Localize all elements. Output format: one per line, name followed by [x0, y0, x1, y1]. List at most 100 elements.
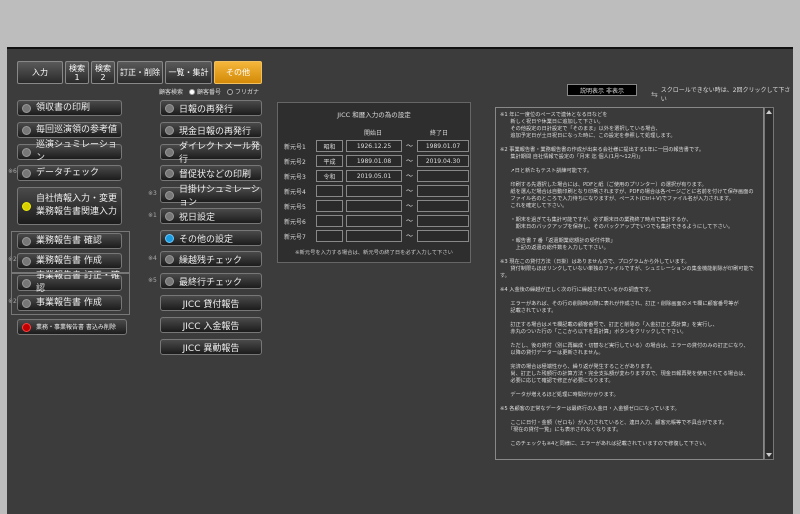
era-tilde: 〜: [406, 172, 413, 180]
era-name-field[interactable]: [316, 230, 343, 242]
era-name-field[interactable]: [316, 185, 343, 197]
status-dot-icon: [165, 211, 174, 221]
status-dot-icon: [165, 147, 174, 157]
mid-button-9[interactable]: JICC 貸付報告: [160, 295, 262, 311]
radio-customer-number-label: 顧客番号: [197, 89, 222, 96]
radio-furigana-label: フリガナ: [235, 89, 260, 96]
era-name-field[interactable]: 平成: [316, 155, 343, 167]
mid-button-0[interactable]: 日報の再発行: [160, 100, 262, 116]
era-start-field[interactable]: 2019.05.01: [346, 170, 402, 182]
mid-button-8[interactable]: 最終行チェック: [160, 273, 262, 289]
scroll-hint: ⇆ スクロールできない時は、2回クリックして下さい: [651, 85, 793, 103]
mid-button-label: 日報の再発行: [179, 104, 234, 115]
era-end-field[interactable]: [417, 185, 469, 197]
mid-note-2: ※4: [148, 255, 157, 262]
era-end-field[interactable]: 1989.01.07: [417, 140, 469, 152]
mid-button-10[interactable]: JICC 入金報告: [160, 317, 262, 333]
era-tilde: 〜: [406, 157, 413, 165]
status-dot-icon: [165, 125, 174, 135]
tab-0[interactable]: 入力: [17, 61, 63, 84]
left-button-label: 巡演シュミレーション: [36, 140, 117, 163]
era-row-label: 新元号2: [284, 159, 306, 166]
tab-4[interactable]: 一覧・集計: [165, 61, 212, 84]
mid-button-3[interactable]: 督促状などの印刷: [160, 165, 262, 181]
era-name-field[interactable]: 令和: [316, 170, 343, 182]
mid-button-4[interactable]: 日掛けシュミレーション: [160, 185, 262, 208]
mid-button-2[interactable]: ダイレクトメール発行: [160, 142, 262, 165]
scroll-down-icon[interactable]: [766, 453, 772, 457]
status-dot-icon: [165, 254, 174, 264]
era-end-field[interactable]: [417, 200, 469, 212]
mid-button-label: JICC 貸付報告: [182, 299, 240, 310]
era-start-field[interactable]: 1926.12.25: [346, 140, 402, 152]
era-tilde: 〜: [406, 232, 413, 240]
tab-5[interactable]: その他: [214, 61, 262, 84]
status-dot-icon: [22, 201, 31, 211]
era-start-field[interactable]: [346, 200, 402, 212]
era-row-label: 新元号5: [284, 204, 306, 211]
era-row-label: 新元号7: [284, 234, 306, 241]
business-report-group: [11, 231, 130, 273]
era-start-field[interactable]: [346, 185, 402, 197]
era-row-label: 新元号4: [284, 189, 306, 196]
era-end-field[interactable]: [417, 215, 469, 227]
status-dot-icon: [165, 276, 174, 286]
era-name-field[interactable]: [316, 200, 343, 212]
era-row-label: 新元号3: [284, 174, 306, 181]
tab-3[interactable]: 訂正・削除: [117, 61, 163, 84]
notes-scrollbar[interactable]: [764, 107, 774, 460]
left-button-2[interactable]: 巡演シュミレーション: [17, 140, 122, 163]
mid-button-label: その他の設定: [179, 234, 234, 245]
era-tilde: 〜: [406, 187, 413, 195]
status-dot-icon: [22, 147, 31, 157]
era-start-field[interactable]: [346, 230, 402, 242]
era-start-field[interactable]: 1989.01.08: [346, 155, 402, 167]
era-tilde: 〜: [406, 217, 413, 225]
radio-customer-number[interactable]: [189, 88, 196, 95]
era-end-field[interactable]: [417, 230, 469, 242]
scroll-hint-text: スクロールできない時は、2回クリックして下さい: [660, 87, 791, 103]
scroll-up-icon[interactable]: [766, 110, 772, 114]
mid-note-3: ※5: [148, 277, 157, 284]
mid-button-label: JICC 異動報告: [182, 343, 240, 354]
annual-report-group: [11, 273, 130, 315]
tab-1[interactable]: 検索 1: [65, 61, 89, 84]
mid-button-1[interactable]: 現金日報の再発行: [160, 122, 262, 138]
mid-button-11[interactable]: JICC 異動報告: [160, 339, 262, 355]
mid-button-label: 繰越残チェック: [179, 255, 243, 266]
mid-note-0: ※3: [148, 190, 157, 197]
left-note-0: ※6: [8, 168, 17, 175]
era-row-label: 新元号6: [284, 219, 306, 226]
era-settings-panel: JICC 和暦入力の為の設定 開始日 終了日 新元号1 昭和 1926.12.25 〜…: [277, 102, 471, 263]
status-dot-icon: [165, 103, 174, 113]
era-end-field[interactable]: [417, 170, 469, 182]
mid-button-label: ダイレクトメール発行: [179, 142, 261, 165]
notes-text: ※1 年に一度位のペースで連休となる日などを 新しく祝日や休業日に追加して下さい…: [500, 112, 754, 447]
mid-button-label: 現金日報の再発行: [179, 126, 252, 137]
left-button-3[interactable]: データチェック: [17, 165, 122, 181]
left-button-label: 自社情報入力・変更 業務報告書関連入力: [36, 194, 118, 217]
era-name-field[interactable]: 昭和: [316, 140, 343, 152]
left-button-9[interactable]: 業務・事業報告書 書込み削除: [17, 319, 127, 335]
left-button-0[interactable]: 領収書の印刷: [17, 100, 122, 116]
refresh-arrow-icon: ⇆: [651, 89, 658, 99]
left-button-4[interactable]: 自社情報入力・変更 業務報告書関連入力: [17, 187, 122, 225]
description-toggle-button[interactable]: 説明表示 非表示: [567, 84, 637, 96]
era-col-end: 終了日: [429, 130, 448, 137]
left-button-label: データチェック: [36, 167, 100, 178]
era-tilde: 〜: [406, 202, 413, 210]
radio-furigana[interactable]: [227, 88, 234, 95]
left-button-1[interactable]: 毎回巡演領の参考値: [17, 122, 122, 138]
mid-button-label: 督促状などの印刷: [179, 169, 252, 180]
tab-2[interactable]: 検索 2: [91, 61, 115, 84]
mid-button-5[interactable]: 祝日設定: [160, 208, 262, 224]
era-start-field[interactable]: [346, 215, 402, 227]
mid-note-1: ※1: [148, 212, 157, 219]
era-name-field[interactable]: [316, 215, 343, 227]
mid-button-7[interactable]: 繰越残チェック: [160, 251, 262, 267]
era-end-field[interactable]: 2019.04.30: [417, 155, 469, 167]
search-mode-radio-group: 顧客検索 顧客番号 フリガナ: [159, 87, 259, 96]
era-panel-title: JICC 和暦入力の為の設定: [337, 111, 411, 119]
mid-button-label: 日掛けシュミレーション: [179, 185, 260, 208]
mid-button-6[interactable]: その他の設定: [160, 230, 262, 246]
